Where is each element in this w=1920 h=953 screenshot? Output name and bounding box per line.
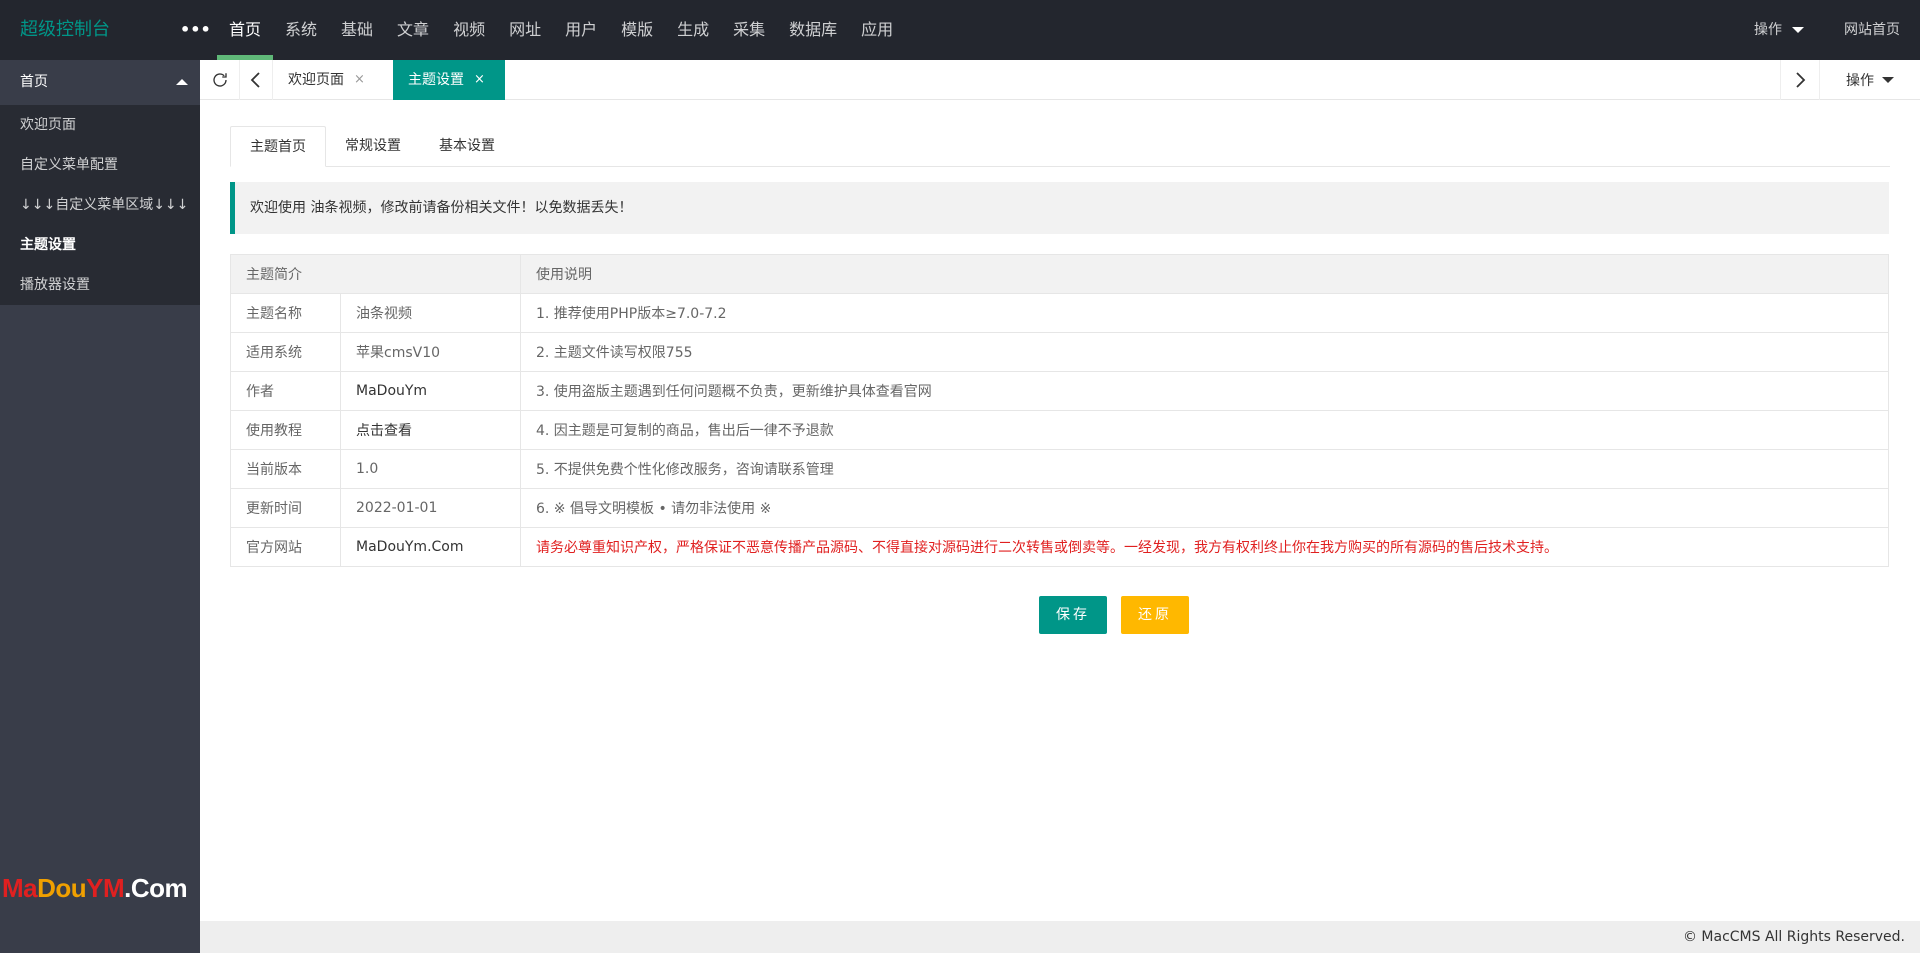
header-ops-dropdown[interactable]: 操作 [1734,0,1824,60]
tab-ops-dropdown[interactable]: 操作 [1820,60,1920,100]
nav-generate[interactable]: 生成 [665,0,721,60]
header-right: 操作 网站首页 [1734,0,1920,60]
sidebar-group-label: 首页 [20,74,48,90]
header-ops-label: 操作 [1754,22,1782,38]
brand-watermark: MaDouYM.Com [2,873,188,903]
tabs-next-button[interactable] [1780,60,1820,100]
nav-video[interactable]: 视频 [441,0,497,60]
tab-theme-settings[interactable]: 主题设置 × [393,60,505,100]
top-header: 超级控制台 ••• 首页 系统 基础 文章 视频 网址 用户 模版 生成 采集 … [0,0,1920,60]
chevron-down-icon [1792,27,1804,33]
sidebar-item-custom-menu[interactable]: 自定义菜单配置 [0,145,200,185]
tab-theme-label: 主题设置 [408,72,464,88]
top-nav: 首页 系统 基础 文章 视频 网址 用户 模版 生成 采集 数据库 应用 [217,0,905,60]
row-note: 3. 使用盗版主题遇到任何问题概不负责，更新维护具体查看官网 [520,371,1889,411]
nav-basic[interactable]: 基础 [329,0,385,60]
tab-basic-settings[interactable]: 基本设置 [420,126,514,167]
form-actions: 保存 还原 [200,596,1920,634]
row-value: 2022-01-01 [340,488,521,528]
tabs-prev-button[interactable] [240,60,273,100]
refresh-icon [212,73,227,87]
table-row: 作者 MaDouYm 3. 使用盗版主题遇到任何问题概不负责，更新维护具体查看官… [230,371,1889,411]
tab-welcome-label: 欢迎页面 [288,72,344,88]
row-key: 作者 [230,371,341,411]
save-button[interactable]: 保存 [1039,596,1107,634]
row-value: 1.0 [340,449,521,489]
row-key: 当前版本 [230,449,341,489]
sidebar-item-custom-area[interactable]: ↓↓↓自定义菜单区域↓↓↓ [0,185,200,225]
row-key: 适用系统 [230,332,341,372]
tab-welcome[interactable]: 欢迎页面 × [273,60,393,100]
nav-collect[interactable]: 采集 [721,0,777,60]
table-row: 当前版本 1.0 5. 不提供免费个性化修改服务，咨询请联系管理 [230,449,1889,489]
reset-button[interactable]: 还原 [1121,596,1189,634]
sidebar-item-player-settings[interactable]: 播放器设置 [0,265,200,305]
nav-template[interactable]: 模版 [609,0,665,60]
nav-system[interactable]: 系统 [273,0,329,60]
chevron-left-icon [250,72,260,88]
more-menu-button[interactable]: ••• [180,0,211,60]
table-row: 适用系统 苹果cmsV10 2. 主题文件读写权限755 [230,332,1889,372]
console-logo[interactable]: 超级控制台 [20,0,110,60]
table-header-usage: 使用说明 [520,254,1889,294]
row-note: 2. 主题文件读写权限755 [520,332,1889,372]
row-note: 1. 推荐使用PHP版本≥7.0-7.2 [520,293,1889,333]
chevron-down-icon [1882,77,1894,83]
footer-copyright: © MacCMS All Rights Reserved. [200,921,1920,953]
row-key: 主题名称 [230,293,341,333]
table-header-intro: 主题简介 [230,254,521,294]
chevron-up-icon [176,79,188,85]
welcome-notice: 欢迎使用 油条视频，修改前请备份相关文件！以免数据丢失！ [230,182,1889,234]
theme-info-table: 主题简介 使用说明 主题名称 油条视频 1. 推荐使用PHP版本≥7.0-7.2… [230,254,1889,567]
sidebar-item-theme-settings[interactable]: 主题设置 [0,225,200,265]
sidebar: 首页 欢迎页面 自定义菜单配置 ↓↓↓自定义菜单区域↓↓↓ 主题设置 播放器设置… [0,60,200,953]
chevron-right-icon [1796,72,1806,88]
sidebar-group-home[interactable]: 首页 [0,60,200,105]
close-icon[interactable]: × [474,60,485,100]
table-row: 主题名称 油条视频 1. 推荐使用PHP版本≥7.0-7.2 [230,293,1889,333]
nav-database[interactable]: 数据库 [777,0,849,60]
nav-user[interactable]: 用户 [553,0,609,60]
table-row: 更新时间 2022-01-01 6. ※ 倡导文明模板 • 请勿非法使用 ※ [230,488,1889,528]
tutorial-link[interactable]: 点击查看 [340,410,521,450]
row-value: 苹果cmsV10 [340,332,521,372]
tab-ops-label: 操作 [1846,73,1874,89]
settings-tabs: 主题首页 常规设置 基本设置 [230,126,1890,167]
nav-home[interactable]: 首页 [217,0,274,60]
main-content: 主题首页 常规设置 基本设置 欢迎使用 油条视频，修改前请备份相关文件！以免数据… [200,101,1920,921]
tab-theme-home[interactable]: 主题首页 [230,126,326,167]
table-row: 使用教程 点击查看 4. 因主题是可复制的商品，售出后一律不予退款 [230,410,1889,450]
refresh-button[interactable] [200,60,240,100]
row-note: 5. 不提供免费个性化修改服务，咨询请联系管理 [520,449,1889,489]
row-key: 官方网站 [230,527,341,567]
sidebar-item-welcome[interactable]: 欢迎页面 [0,105,200,145]
row-value: 油条视频 [340,293,521,333]
page-tab-bar: 欢迎页面 × 主题设置 × 操作 [200,60,1920,100]
table-row: 官方网站 MaDouYm.Com 请务必尊重知识产权，严格保证不恶意传播产品源码… [230,527,1889,567]
official-site-link[interactable]: MaDouYm.Com [340,527,521,567]
row-note: 4. 因主题是可复制的商品，售出后一律不予退款 [520,410,1889,450]
sidebar-submenu: 欢迎页面 自定义菜单配置 ↓↓↓自定义菜单区域↓↓↓ 主题设置 播放器设置 [0,105,200,305]
row-key: 更新时间 [230,488,341,528]
row-key: 使用教程 [230,410,341,450]
row-value: MaDouYm [340,371,521,411]
site-home-link[interactable]: 网站首页 [1824,0,1920,60]
nav-article[interactable]: 文章 [385,0,441,60]
nav-apps[interactable]: 应用 [849,0,905,60]
close-icon[interactable]: × [354,60,365,100]
table-header-row: 主题简介 使用说明 [230,254,1889,294]
nav-url[interactable]: 网址 [497,0,553,60]
tab-general-settings[interactable]: 常规设置 [326,126,420,167]
copyright-warning: 请务必尊重知识产权，严格保证不恶意传播产品源码、不得直接对源码进行二次转售或倒卖… [520,527,1889,567]
row-note: 6. ※ 倡导文明模板 • 请勿非法使用 ※ [520,488,1889,528]
